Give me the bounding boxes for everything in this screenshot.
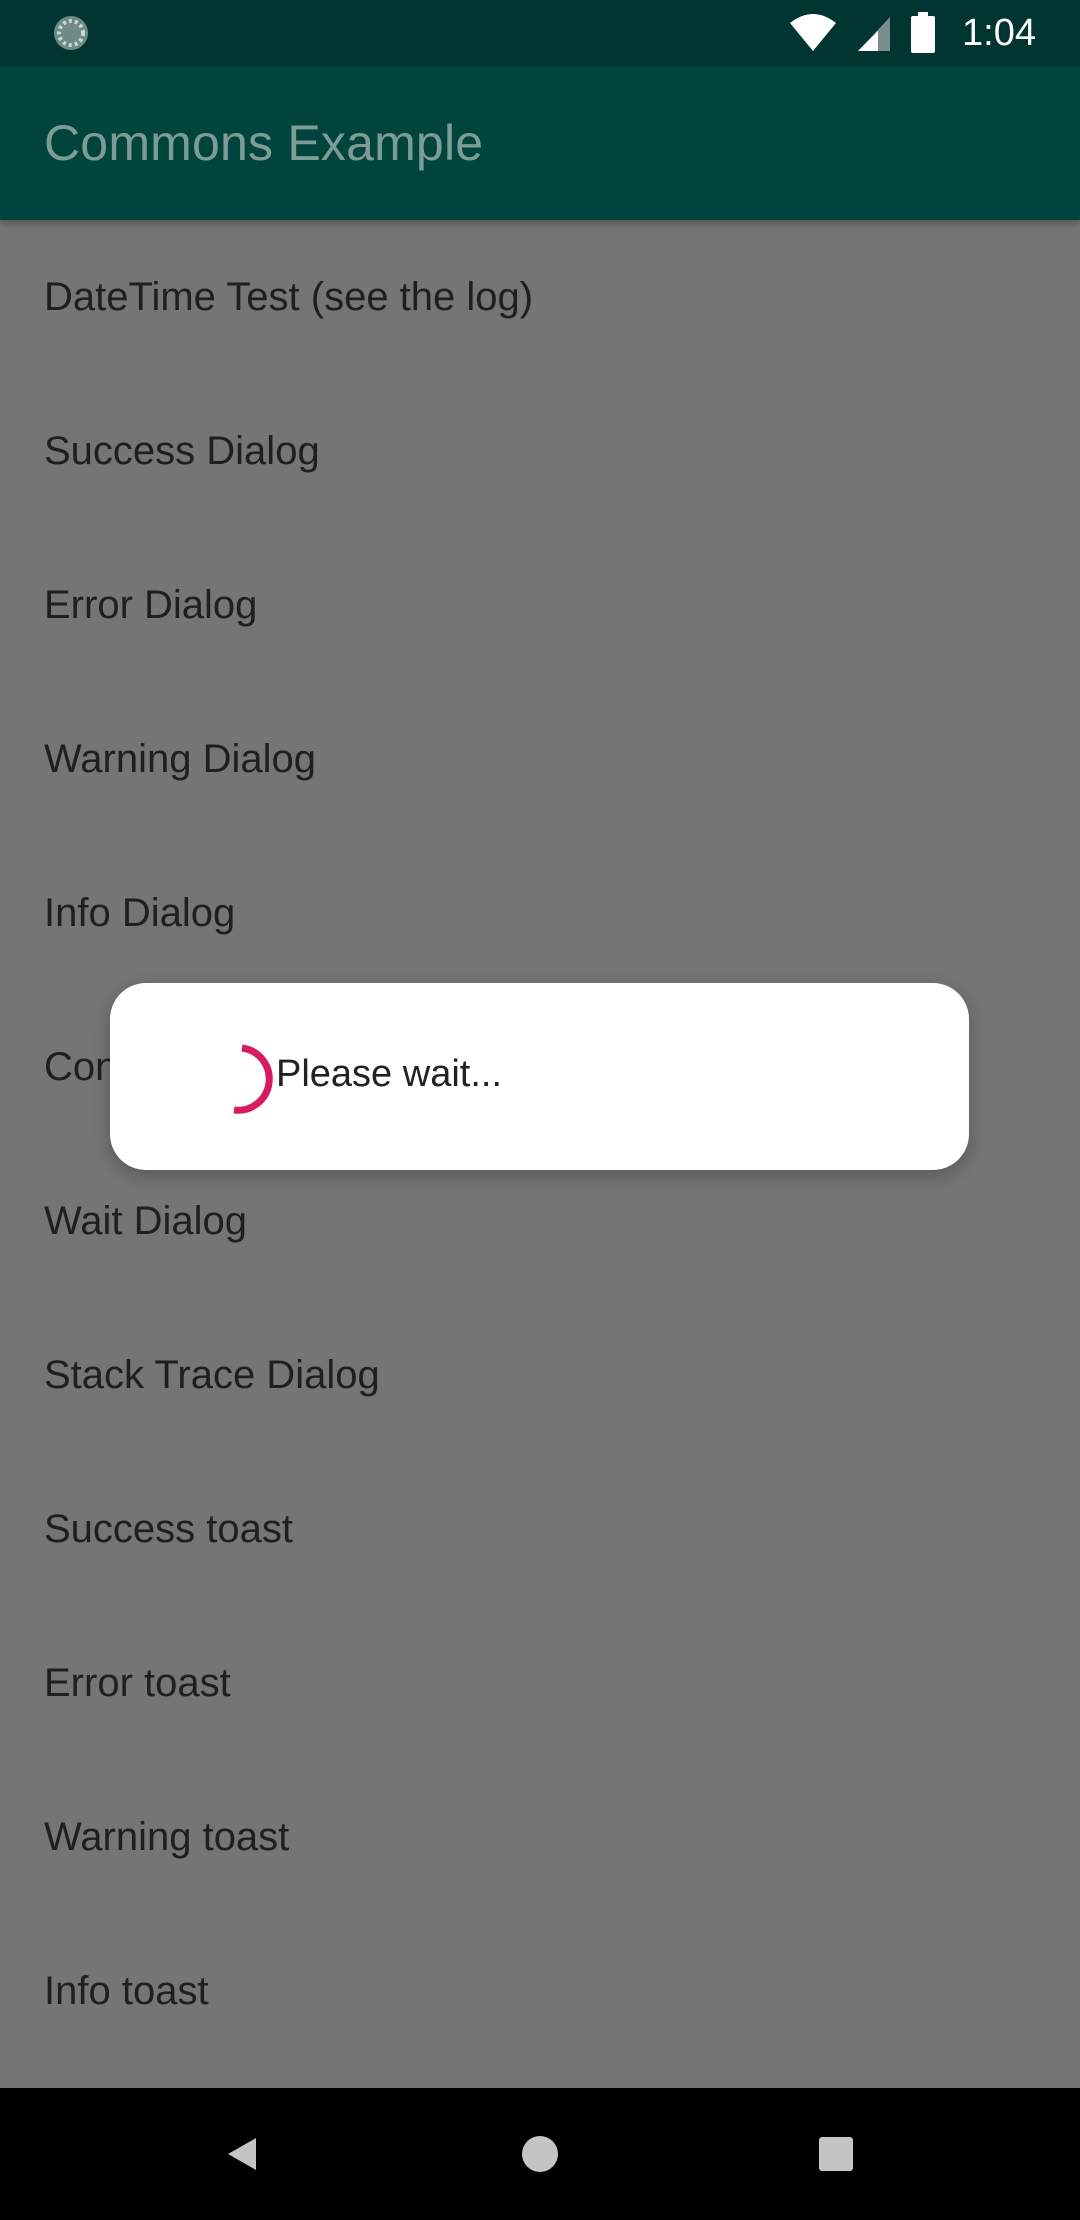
list-item-warning-dialog[interactable]: Warning Dialog — [0, 682, 1080, 836]
recents-icon — [819, 2137, 853, 2171]
status-bar: 1:04 — [0, 0, 1080, 66]
list-item-datetime-test[interactable]: DateTime Test (see the log) — [0, 220, 1080, 374]
list-item-info-dialog[interactable]: Info Dialog — [0, 836, 1080, 990]
battery-icon — [911, 12, 936, 53]
screen: 1:04 Commons Example DateTime Test (see … — [0, 0, 1080, 2220]
back-button[interactable] — [182, 2088, 302, 2220]
wifi-icon — [790, 14, 837, 51]
app-bar: Commons Example — [0, 66, 1080, 220]
recents-button[interactable] — [776, 2088, 896, 2220]
list-item-warning-toast[interactable]: Warning toast — [0, 1760, 1080, 1914]
status-time: 1:04 — [962, 11, 1036, 54]
home-button[interactable] — [480, 2088, 600, 2220]
list-item-success-dialog[interactable]: Success Dialog — [0, 374, 1080, 528]
home-icon — [522, 2136, 558, 2172]
list-item-stack-trace-dialog[interactable]: Stack Trace Dialog — [0, 1298, 1080, 1452]
signal-icon — [858, 17, 891, 51]
app-title: Commons Example — [44, 115, 484, 171]
progress-spinner-icon — [233, 1044, 273, 1114]
status-icons: 1:04 — [788, 0, 1036, 66]
list-item-error-dialog[interactable]: Error Dialog — [0, 528, 1080, 682]
list-item-success-toast[interactable]: Success toast — [0, 1452, 1080, 1606]
back-icon — [228, 2138, 256, 2170]
loading-icon — [54, 16, 88, 50]
list-item-info-toast[interactable]: Info toast — [0, 1914, 1080, 2068]
wait-dialog-message: Please wait... — [276, 1053, 502, 1095]
list-item-error-toast[interactable]: Error toast — [0, 1606, 1080, 1760]
navigation-bar — [0, 2088, 1080, 2220]
